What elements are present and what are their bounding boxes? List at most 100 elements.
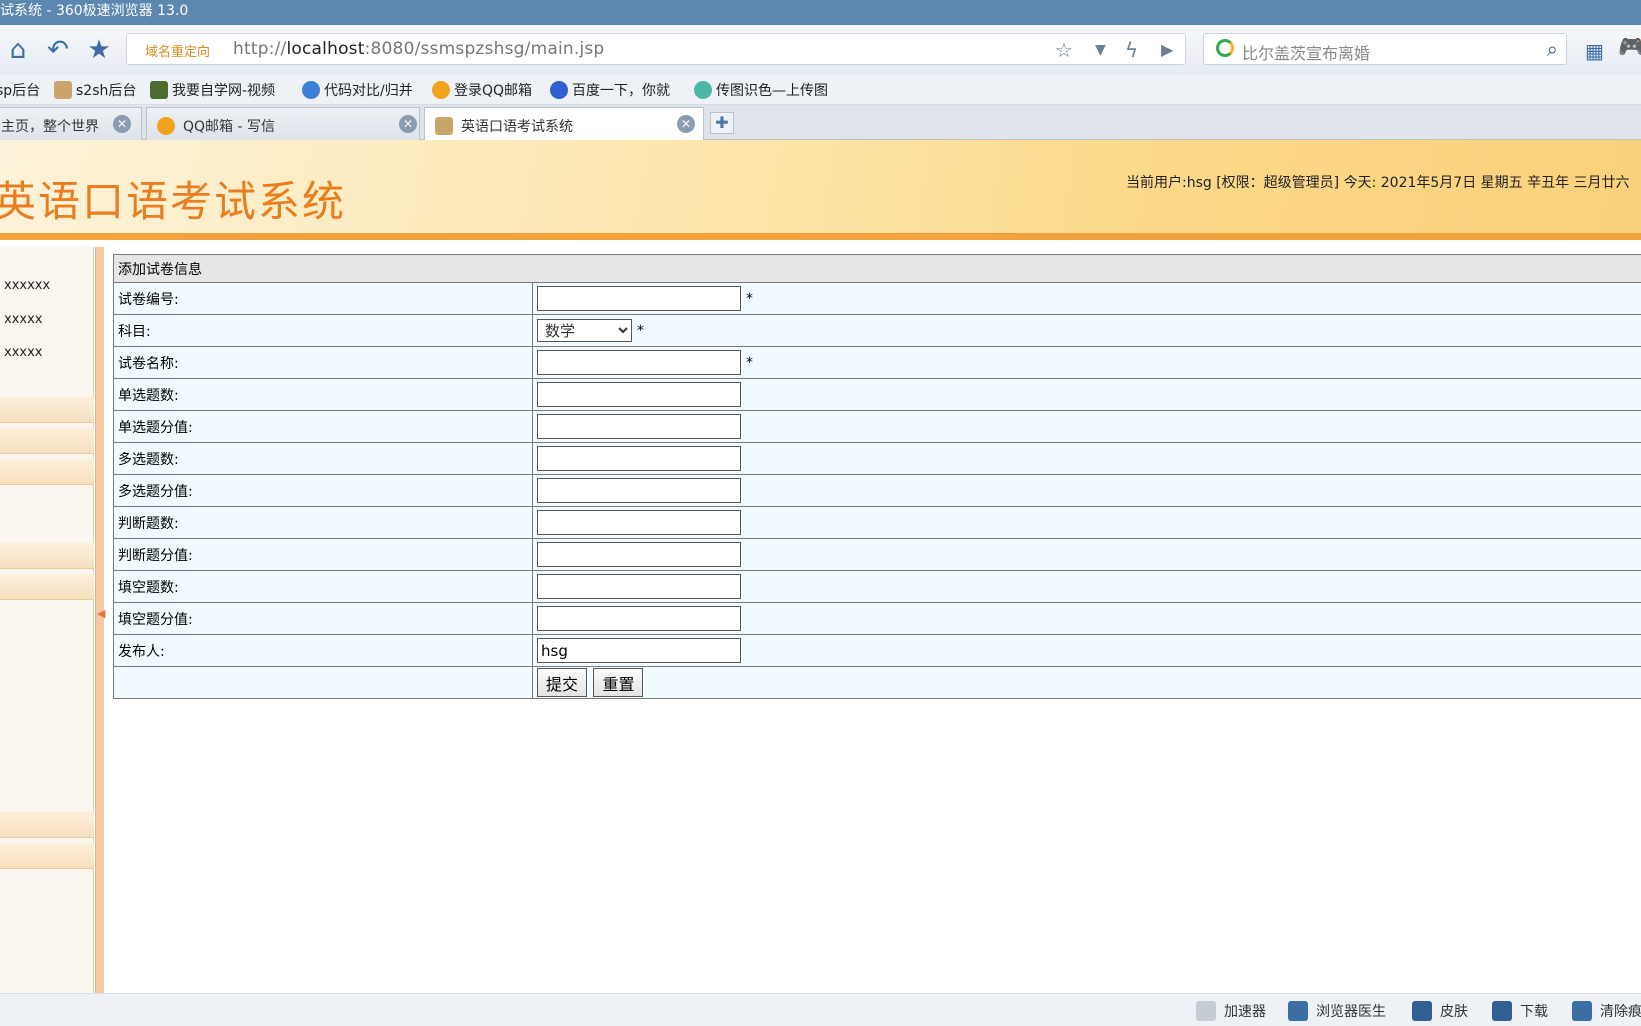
- bookmark-item[interactable]: 百度一下，你就: [550, 80, 670, 100]
- field-cell: [532, 602, 1641, 635]
- form-row: 多选题分值:: [113, 474, 1641, 507]
- field-label: 发布人:: [113, 634, 533, 667]
- publisher-input[interactable]: [537, 638, 741, 663]
- submit-button[interactable]: 提交: [537, 668, 588, 697]
- form-row: 多选题数:: [113, 442, 1641, 475]
- paper-name-input[interactable]: [537, 350, 741, 375]
- skin-item[interactable]: 皮肤: [1412, 1001, 1468, 1021]
- sidebar-link[interactable]: xxxxxx: [4, 278, 50, 293]
- form-row: 判断题数:: [113, 506, 1641, 539]
- back-icon[interactable]: ↶: [43, 35, 73, 65]
- sidebar-menu-header[interactable]: [0, 543, 94, 569]
- new-tab-plus-icon[interactable]: ✚: [710, 112, 734, 134]
- clear-traces-item[interactable]: 清除痕迹: [1572, 1001, 1641, 1021]
- tab-label-wrap: QQ邮箱 - 写信: [157, 116, 275, 136]
- field-label: 多选题分值:: [113, 474, 533, 507]
- sidebar-menu-header[interactable]: [0, 574, 94, 600]
- home-icon[interactable]: ⌂: [3, 35, 33, 65]
- form-row: 发布人:: [113, 634, 1641, 667]
- required-mark: *: [746, 290, 753, 307]
- bookmark-item[interactable]: 代码对比/归并: [302, 80, 413, 100]
- site-icon: [302, 81, 320, 99]
- field-cell: [532, 474, 1641, 507]
- bookmark-item[interactable]: 传图识色—上传图: [694, 80, 828, 100]
- form-actions-row: 提交 重置: [113, 666, 1641, 699]
- multi-choice-score-input[interactable]: [537, 478, 741, 503]
- true-false-count-input[interactable]: [537, 510, 741, 535]
- sidebar-menu-header[interactable]: [0, 843, 94, 869]
- close-tab-icon[interactable]: ✕: [677, 115, 695, 133]
- dropdown-arrow-icon[interactable]: ▼: [1095, 42, 1106, 58]
- field-label: 填空题分值:: [113, 602, 533, 635]
- tab-qq-mail[interactable]: QQ邮箱 - 写信 ✕: [146, 107, 420, 140]
- accelerator-item[interactable]: 加速器: [1196, 1001, 1266, 1021]
- paper-no-input[interactable]: [537, 286, 741, 311]
- window-title: 考试系统 - 360极速浏览器 13.0: [0, 3, 189, 19]
- favorite-star-icon[interactable]: ★: [84, 35, 114, 65]
- required-mark: *: [746, 354, 753, 371]
- broom-icon: [1572, 1001, 1592, 1021]
- search-input[interactable]: 比尔盖茨宣布离婚: [1242, 40, 1370, 64]
- bookmark-label: 登录QQ邮箱: [454, 83, 533, 99]
- browser-doctor-item[interactable]: 浏览器医生: [1288, 1001, 1386, 1021]
- lightning-icon[interactable]: ϟ: [1125, 38, 1138, 62]
- bookmark-item[interactable]: s2sh后台: [54, 80, 136, 100]
- search-bar[interactable]: 比尔盖茨宣布离婚 ⌕: [1203, 33, 1567, 65]
- tab-home[interactable]: 主页，整个世界 ✕: [0, 107, 142, 140]
- required-mark: *: [637, 322, 644, 339]
- field-label: 单选题数:: [113, 378, 533, 411]
- bookmark-item[interactable]: sp后台: [0, 80, 40, 100]
- domain-redirect-label[interactable]: 域名重定向: [145, 41, 210, 60]
- sidebar-menu-header[interactable]: [0, 397, 94, 423]
- status-label: 皮肤: [1440, 1004, 1468, 1020]
- bookmark-label: 代码对比/归并: [324, 83, 413, 99]
- sidebar-splitter[interactable]: ◀: [95, 247, 105, 993]
- single-choice-count-input[interactable]: [537, 382, 741, 407]
- sidebar-link[interactable]: xxxxx: [4, 312, 42, 327]
- field-label: 填空题数:: [113, 570, 533, 603]
- close-tab-icon[interactable]: ✕: [399, 115, 417, 133]
- bookmark-item[interactable]: 我要自学网-视频: [150, 80, 275, 100]
- bookmark-star-icon[interactable]: ☆: [1055, 38, 1073, 62]
- tab-exam-system[interactable]: 英语口语考试系统 ✕: [424, 107, 704, 141]
- sidebar-menu-header[interactable]: [0, 459, 94, 485]
- game-controller-icon[interactable]: 🎮: [1618, 35, 1641, 60]
- sidebar-menu-header[interactable]: [0, 812, 94, 838]
- apps-grid-icon[interactable]: ▦: [1585, 39, 1604, 63]
- add-paper-form: 添加试卷信息 试卷编号: * 科目: 数学 * 试卷名称: * 单选题数: 单选题…: [113, 254, 1641, 699]
- address-bar[interactable]: 域名重定向 http://localhost:8080/ssmspzshsg/m…: [126, 33, 1186, 65]
- current-user-info: 当前用户:hsg [权限：超级管理员] 今天: 2021年5月7日 星期五 辛丑…: [1126, 175, 1630, 191]
- sidebar-menu-header[interactable]: [0, 428, 94, 454]
- url-path: :8080/ssmspzshsg/main.jsp: [364, 39, 605, 59]
- tab-label: 主页，整个世界: [1, 119, 99, 135]
- form-row: 试卷编号: *: [113, 282, 1641, 315]
- form-heading: 添加试卷信息: [113, 254, 1641, 283]
- qq-mail-icon: [157, 117, 175, 135]
- fill-blank-count-input[interactable]: [537, 574, 741, 599]
- tab-strip: 主页，整个世界 ✕ QQ邮箱 - 写信 ✕ 英语口语考试系统 ✕ ✚: [0, 105, 1641, 141]
- fill-blank-score-input[interactable]: [537, 606, 741, 631]
- multi-choice-count-input[interactable]: [537, 446, 741, 471]
- sidebar-link[interactable]: xxxxx: [4, 345, 42, 360]
- field-cell: [532, 442, 1641, 475]
- true-false-score-input[interactable]: [537, 542, 741, 567]
- play-icon[interactable]: ▶: [1161, 40, 1173, 59]
- field-label: 单选题分值:: [113, 410, 533, 443]
- single-choice-score-input[interactable]: [537, 414, 741, 439]
- field-cell: [532, 378, 1641, 411]
- left-sidebar: xxxxxx xxxxx xxxxx: [0, 247, 94, 993]
- bookmark-item[interactable]: 登录QQ邮箱: [432, 80, 532, 100]
- search-icon[interactable]: ⌕: [1547, 37, 1558, 61]
- collapse-arrow-icon[interactable]: ◀: [97, 607, 105, 620]
- browser-status-bar: 加速器 浏览器医生 皮肤 下载 清除痕迹: [0, 993, 1641, 1026]
- subject-select[interactable]: 数学: [537, 319, 632, 342]
- download-item[interactable]: 下载: [1492, 1001, 1548, 1021]
- reset-button[interactable]: 重置: [593, 668, 644, 697]
- field-cell: [532, 570, 1641, 603]
- field-cell: [532, 410, 1641, 443]
- shirt-icon: [1412, 1001, 1432, 1021]
- form-table: 添加试卷信息 试卷编号: * 科目: 数学 * 试卷名称: * 单选题数: 单选题…: [113, 254, 1641, 699]
- url-text[interactable]: http://localhost:8080/ssmspzshsg/main.js…: [233, 39, 604, 59]
- form-row: 单选题数:: [113, 378, 1641, 411]
- close-tab-icon[interactable]: ✕: [113, 115, 131, 133]
